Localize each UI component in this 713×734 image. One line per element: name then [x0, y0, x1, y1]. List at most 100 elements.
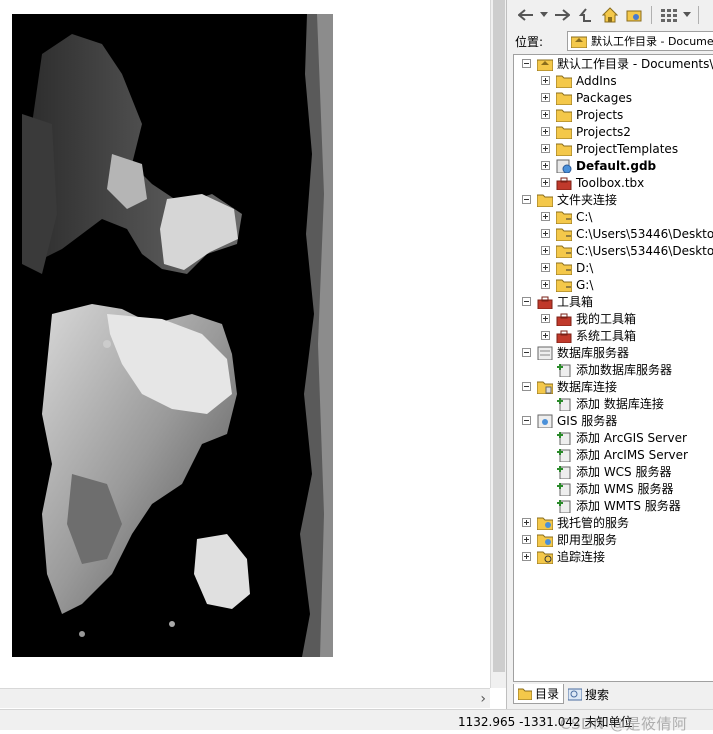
database-connections-icon — [537, 381, 553, 394]
vertical-scrollbar[interactable] — [490, 0, 506, 688]
tree-node-toolboxes[interactable]: 工具箱 — [522, 293, 593, 310]
expand-icon[interactable] — [541, 212, 550, 221]
folder-connection-icon — [556, 228, 572, 241]
expand-icon[interactable] — [541, 161, 550, 170]
tree-node-my-toolboxes[interactable]: 我的工具箱 — [541, 310, 636, 327]
tab-catalog[interactable]: 目录 — [513, 684, 565, 704]
tree-node-default-gdb[interactable]: Default.gdb — [541, 157, 656, 174]
collapse-icon[interactable] — [522, 297, 531, 306]
add-server-icon — [557, 499, 571, 513]
tree-node-add-arcgis-server[interactable]: 添加 ArcGIS Server — [556, 429, 687, 446]
add-database-server-icon — [557, 363, 571, 377]
toolbar-separator — [651, 6, 652, 24]
tree-node-label: 我的工具箱 — [576, 312, 637, 326]
raster-image — [12, 14, 333, 657]
expand-icon[interactable] — [541, 331, 550, 340]
expand-icon[interactable] — [541, 178, 550, 187]
tree-node-gis-servers[interactable]: GIS 服务器 — [522, 412, 617, 429]
geodatabase-icon — [556, 159, 572, 173]
view-options-icon[interactable] — [658, 4, 680, 26]
tree-node-addins[interactable]: AddIns — [541, 72, 617, 89]
collapse-icon[interactable] — [522, 382, 531, 391]
tree-node-database-servers[interactable]: 数据库服务器 — [522, 344, 629, 361]
vertical-scrollbar-thumb[interactable] — [493, 0, 505, 672]
folder-icon — [556, 75, 572, 88]
tree-node-label: 追踪连接 — [557, 550, 606, 564]
collapse-icon[interactable] — [522, 416, 531, 425]
tree-node-desktop-2[interactable]: C:\Users\53446\Desktop — [541, 242, 713, 259]
toolbar-separator — [698, 6, 699, 24]
collapse-icon[interactable] — [522, 195, 531, 204]
view-dropdown-icon[interactable] — [682, 4, 692, 26]
up-one-level-icon[interactable] — [575, 4, 597, 26]
tree-node-projects2[interactable]: Projects2 — [541, 123, 631, 140]
expand-icon[interactable] — [541, 314, 550, 323]
world-raster-graphic — [22, 14, 333, 657]
tree-node-add-wcs-server[interactable]: 添加 WCS 服务器 — [556, 463, 672, 480]
location-bar: 位置: 默认工作目录 - Documents — [513, 30, 713, 52]
tree-node-folder-connections[interactable]: 文件夹连接 — [522, 191, 617, 208]
tree-node-g-drive[interactable]: G:\ — [541, 276, 593, 293]
tree-node-d-drive[interactable]: D:\ — [541, 259, 593, 276]
tree-node-projecttemplates[interactable]: ProjectTemplates — [541, 140, 678, 157]
expand-icon[interactable] — [541, 76, 550, 85]
tab-search[interactable]: 搜索 — [564, 684, 613, 704]
expand-icon[interactable] — [541, 110, 550, 119]
map-view[interactable] — [0, 0, 490, 688]
tree-node-label: 添加 数据库连接 — [576, 397, 664, 411]
toolbox-icon — [556, 177, 572, 190]
toolbox-icon — [537, 296, 553, 309]
expand-icon[interactable] — [541, 127, 550, 136]
collapse-icon[interactable] — [522, 59, 531, 68]
folder-icon — [556, 92, 572, 105]
tracking-connections-icon — [537, 551, 553, 564]
expand-icon[interactable] — [541, 144, 550, 153]
expand-icon[interactable] — [541, 229, 550, 238]
tree-node-label: 默认工作目录 - Documents\ — [557, 57, 713, 71]
catalog-tabs: 目录 搜索 — [513, 684, 713, 706]
tree-node-add-database-server[interactable]: 添加数据库服务器 — [556, 361, 672, 378]
collapse-icon[interactable] — [522, 348, 531, 357]
back-arrow-icon[interactable] — [515, 4, 537, 26]
expand-icon[interactable] — [522, 518, 531, 527]
catalog-window: 位置: 默认工作目录 - Documents 默认工作目录 - Document… — [506, 0, 713, 709]
expand-icon[interactable] — [541, 263, 550, 272]
tree-node-ready-services[interactable]: 即用型服务 — [522, 531, 617, 548]
expand-icon[interactable] — [541, 93, 550, 102]
tree-node-database-connections[interactable]: 数据库连接 — [522, 378, 617, 395]
tree-node-tracking-connections[interactable]: 追踪连接 — [522, 548, 605, 565]
tree-node-system-toolboxes[interactable]: 系统工具箱 — [541, 327, 636, 344]
expand-icon[interactable] — [522, 535, 531, 544]
tree-node-packages[interactable]: Packages — [541, 89, 632, 106]
tree-node-add-database-connection[interactable]: 添加 数据库连接 — [556, 395, 664, 412]
home-icon[interactable] — [599, 4, 621, 26]
tree-node-add-arcims-server[interactable]: 添加 ArcIMS Server — [556, 446, 688, 463]
add-server-icon — [557, 465, 571, 479]
expand-icon[interactable] — [541, 280, 550, 289]
location-field[interactable]: 默认工作目录 - Documents — [567, 31, 713, 51]
tree-node-c-drive[interactable]: C:\ — [541, 208, 592, 225]
tree-node-label: D:\ — [576, 260, 594, 275]
tree-node-projects[interactable]: Projects — [541, 106, 623, 123]
tree-node-label: Packages — [576, 90, 632, 105]
tree-node-home[interactable]: 默认工作目录 - Documents\ — [522, 55, 713, 72]
tree-node-add-wms-server[interactable]: 添加 WMS 服务器 — [556, 480, 673, 497]
folder-icon — [556, 109, 572, 122]
tree-node-toolbox-tbx[interactable]: Toolbox.tbx — [541, 174, 644, 191]
forward-arrow-icon[interactable] — [551, 4, 573, 26]
catalog-tree[interactable]: 默认工作目录 - Documents\ AddIns Packages Proj… — [513, 54, 713, 682]
connect-folder-icon[interactable] — [623, 4, 645, 26]
ready-services-icon — [537, 534, 553, 547]
expand-icon[interactable] — [541, 246, 550, 255]
tree-node-desktop-1[interactable]: C:\Users\53446\Desktop — [541, 225, 713, 242]
tree-node-label: 文件夹连接 — [557, 193, 618, 207]
tree-node-label: 数据库连接 — [557, 380, 618, 394]
expand-icon[interactable] — [522, 552, 531, 561]
horizontal-scrollbar[interactable]: › — [0, 688, 490, 708]
back-dropdown-icon[interactable] — [539, 4, 549, 26]
folder-connection-icon — [556, 279, 572, 292]
tree-node-add-wmts-server[interactable]: 添加 WMTS 服务器 — [556, 497, 681, 514]
tree-node-hosted-services[interactable]: 我托管的服务 — [522, 514, 629, 531]
tree-node-label: C:\Users\53446\Desktop — [576, 226, 713, 241]
scroll-right-arrow-icon[interactable]: › — [480, 691, 486, 707]
